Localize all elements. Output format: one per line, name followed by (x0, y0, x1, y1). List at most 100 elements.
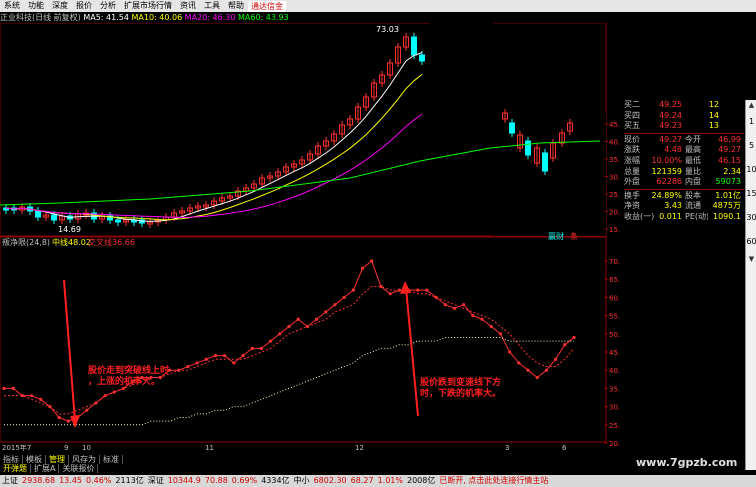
indicator-point (259, 346, 264, 350)
tab-template[interactable]: 模板 (23, 455, 46, 464)
tag-yingcai[interactable]: 赢财 (548, 231, 564, 242)
price-tick: 15.00 (609, 226, 620, 234)
tab-standard[interactable]: 标准 (100, 455, 123, 464)
time-label: 9 (64, 444, 68, 451)
scroll-down-icon[interactable]: ▼ (746, 254, 756, 264)
time-axis: 2015年7 9 10 11 12 3 6 (2, 443, 567, 451)
menu-ext-market[interactable]: 扩展市场行情 (120, 0, 176, 12)
menu-tools[interactable]: 工具 (200, 0, 224, 12)
indicator-point (314, 317, 319, 321)
cross-label: 交叉线 (88, 237, 112, 247)
time-label: 3 (505, 444, 509, 451)
candle-body (51, 214, 57, 221)
arrow-down-signal (405, 287, 419, 417)
sz-label: 深证 (147, 476, 164, 485)
quote-value: 4875万 (712, 201, 741, 211)
tab-manage[interactable]: 管理 (46, 455, 69, 464)
period-scrollbar[interactable]: ▲ 1 5 10 15 30 60 ▼ (745, 100, 756, 470)
legend-ma60: MA60: 43.93 (238, 13, 289, 22)
indicator-point (278, 332, 282, 336)
quote-row: 买四 49.24 14 (624, 111, 744, 122)
zx-value: 6802.30 (313, 476, 347, 485)
period-1[interactable]: 1 (746, 110, 756, 134)
indicator-point (66, 419, 70, 423)
cross-value: 36.66 (112, 238, 135, 247)
watermark: www.7gpzb.com (636, 456, 738, 469)
indicator-point (57, 415, 61, 420)
promo-banner[interactable]: 通达信金 (248, 0, 286, 12)
menu-depth[interactable]: 深度 (48, 0, 72, 12)
sh-label: 上证 (2, 476, 18, 485)
period-60[interactable]: 60 (746, 230, 756, 254)
quote-label: 涨幅 (624, 155, 640, 165)
price-tick: 30.00 (609, 174, 620, 182)
sz-amt: 4334亿 (261, 476, 290, 485)
candle-body (509, 122, 515, 134)
quote-separator (624, 188, 744, 190)
indicator-point (388, 292, 392, 296)
period-5[interactable]: 5 (746, 134, 756, 158)
period-30[interactable]: 30 (746, 206, 756, 230)
scroll-up-icon[interactable]: ▲ (746, 100, 756, 110)
time-label: 12 (355, 444, 364, 451)
quote-row: 总量 121359 量比 2.34 (624, 167, 744, 178)
quote-value: 46.99 (718, 134, 741, 144)
indicator-tick: 25.00 (609, 422, 620, 430)
zx-pct: 1.01% (377, 476, 403, 485)
stock-title: 正业科技(日线 前复权) (0, 13, 81, 22)
period-15[interactable]: 15 (746, 182, 756, 206)
indicator-panel-frame (0, 236, 607, 443)
quote-label: 买五 (624, 121, 640, 131)
zx-label: 中小 (293, 476, 310, 485)
connection-message[interactable]: 已断开, 点击此处连接行情主站 (437, 475, 550, 487)
legend-ma5: MA5: 41.54 (83, 13, 129, 22)
tag-tiao[interactable]: 条 (570, 231, 578, 242)
indicator-point (360, 266, 365, 270)
quote-label: 量比 (685, 166, 701, 176)
quote-value: 3.43 (664, 201, 682, 211)
period-10[interactable]: 10 (746, 158, 756, 182)
high-label: 73.03 (376, 25, 399, 34)
menu-quote[interactable]: 报价 (72, 0, 96, 12)
quote-row: 涨幅 10.00% 最低 46.15 (624, 156, 744, 167)
quote-row: 外盘 62286 内盘 59073 (624, 177, 744, 188)
indicator-point (370, 259, 374, 263)
indicator-point (324, 310, 328, 314)
tab-related-quote[interactable]: 关联报价 (59, 464, 99, 473)
menu-info[interactable]: 资讯 (176, 0, 200, 12)
status-bar: 上证 2938.68 13.45 0.46% 2113亿 深证 10344.9 … (0, 475, 756, 487)
candle-body (542, 152, 548, 172)
tab-popup[interactable]: 开弹题 (0, 464, 31, 473)
menu-system[interactable]: 系统 (0, 0, 24, 12)
tab-indicator[interactable]: 指标 (0, 455, 23, 464)
indicator-name: 叛净限(24,8) (2, 237, 50, 247)
sz-value: 10344.9 (167, 476, 201, 485)
tab-bar: 指标 模板 管理 风存为 标准 开弹题 扩展A 关联报价 (0, 455, 200, 473)
quote-value: 10.00% (651, 155, 682, 165)
tab-save-as[interactable]: 风存为 (69, 455, 100, 464)
indicator-tick: 35.00 (609, 385, 620, 393)
indicator-point (204, 357, 208, 361)
indicator-point (416, 288, 420, 292)
menu-function[interactable]: 功能 (24, 0, 48, 12)
quote-value: 24.89% (651, 190, 682, 200)
tab-ext-a[interactable]: 扩展A (31, 464, 60, 473)
quote-label: 总量 (624, 166, 640, 176)
indicator-point (563, 343, 567, 347)
indicator-point (443, 303, 447, 307)
sz-pct: 0.69% (231, 476, 258, 485)
quote-label: 股本 (685, 190, 701, 200)
menu-analysis[interactable]: 分析 (96, 0, 120, 12)
quote-value: 49.25 (659, 100, 682, 109)
candle-body (419, 54, 425, 62)
indicator-point (462, 303, 466, 307)
price-tick: 40.00 (609, 139, 620, 147)
quote-value: 2.34 (723, 166, 741, 176)
quote-value: 49.23 (659, 121, 682, 131)
hidden-region (430, 23, 494, 113)
annotation-right: 股价跌到变速线下方 时，下跌的机率大。 (420, 378, 501, 400)
candle-body (411, 36, 417, 56)
mid-label: 中线 (52, 237, 68, 247)
menu-help[interactable]: 帮助 (224, 0, 248, 12)
time-label: 11 (205, 444, 214, 451)
